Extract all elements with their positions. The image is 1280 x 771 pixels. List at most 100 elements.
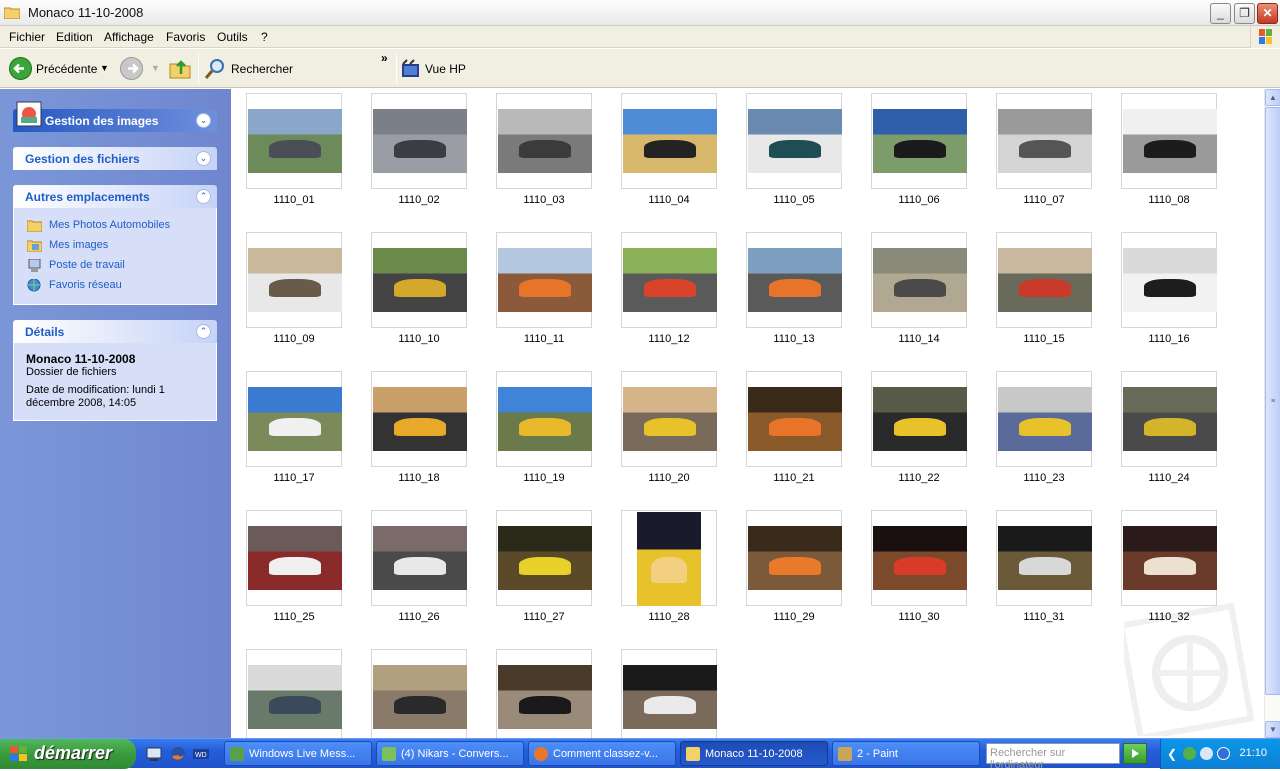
thumbnail[interactable] <box>371 371 467 467</box>
thumbnail[interactable] <box>246 510 342 606</box>
task-nikars[interactable]: (4) Nikars - Convers... <box>376 741 524 766</box>
thumbnail[interactable] <box>1121 232 1217 328</box>
thumbnail[interactable] <box>496 649 592 745</box>
thumbnail-caption[interactable]: 1110_26 <box>359 611 479 623</box>
task-explorer[interactable]: Monaco 11-10-2008 <box>680 741 828 766</box>
thumbnail-caption[interactable]: 1110_04 <box>609 194 729 206</box>
toolbar-overflow-chevron[interactable]: » <box>381 51 388 65</box>
close-button[interactable]: ✕ <box>1257 3 1278 24</box>
menu-fichier[interactable]: Fichier <box>9 30 45 44</box>
images-panel-header[interactable]: Gestion des images ⌄ <box>13 101 217 132</box>
thumbnail-caption[interactable]: 1110_29 <box>734 611 854 623</box>
thumbnail-caption[interactable]: 1110_22 <box>859 472 979 484</box>
thumbnail-caption[interactable]: 1110_07 <box>984 194 1104 206</box>
back-button-label[interactable]: Précédente <box>36 62 97 76</box>
messenger-tray-icon[interactable] <box>1183 747 1196 760</box>
task-firefox[interactable]: Comment classez-v... <box>528 741 676 766</box>
place-link-poste-travail[interactable]: Poste de travail <box>49 259 125 271</box>
thumbnail-caption[interactable]: 1110_18 <box>359 472 479 484</box>
chevron-up-icon[interactable]: ⌃ <box>196 189 211 204</box>
thumbnail[interactable] <box>371 93 467 189</box>
thumbnail-caption[interactable]: 1110_30 <box>859 611 979 623</box>
thumbnail[interactable] <box>746 510 842 606</box>
thumbnail-caption[interactable]: 1110_01 <box>234 194 354 206</box>
thumbnail-caption[interactable]: 1110_17 <box>234 472 354 484</box>
minimize-button[interactable]: _ <box>1210 3 1231 24</box>
place-link-favoris-reseau[interactable]: Favoris réseau <box>49 279 122 291</box>
thumbnail[interactable] <box>621 371 717 467</box>
chevron-up-icon[interactable]: ⌃ <box>196 324 211 339</box>
thumbnail[interactable] <box>871 371 967 467</box>
search-go-button[interactable] <box>1123 743 1147 764</box>
vertical-scrollbar[interactable]: ▲ ≡ ▼ <box>1264 89 1280 738</box>
thumbnail-caption[interactable]: 1110_10 <box>359 333 479 345</box>
search-icon[interactable] <box>204 57 227 80</box>
folder-up-icon[interactable] <box>168 56 192 80</box>
restore-button[interactable]: ❐ <box>1234 3 1255 24</box>
network-tray-icon[interactable] <box>1200 747 1213 760</box>
forward-arrow-icon[interactable] <box>120 57 143 80</box>
wd-icon[interactable]: WD <box>193 746 209 762</box>
hp-view-icon[interactable] <box>401 59 421 79</box>
thumbnail-caption[interactable]: 1110_13 <box>734 333 854 345</box>
chevron-down-icon[interactable]: ⌄ <box>196 113 211 128</box>
thumbnail[interactable] <box>621 649 717 745</box>
update-tray-icon[interactable] <box>1217 747 1230 760</box>
tray-expand-icon[interactable]: ❮ <box>1167 747 1177 761</box>
thumbnail-caption[interactable]: 1110_20 <box>609 472 729 484</box>
thumbnail[interactable] <box>996 93 1092 189</box>
thumbnail[interactable] <box>246 232 342 328</box>
thumbnail[interactable] <box>371 232 467 328</box>
thumbnail-caption[interactable]: 1110_28 <box>609 611 729 623</box>
thumbnail[interactable] <box>996 371 1092 467</box>
scroll-thumb[interactable]: ≡ <box>1265 107 1280 695</box>
thumbnail[interactable] <box>621 232 717 328</box>
thumbnail-caption[interactable]: 1110_32 <box>1109 611 1229 623</box>
thumbnail-caption[interactable]: 1110_16 <box>1109 333 1229 345</box>
task-paint[interactable]: 2 - Paint <box>832 741 980 766</box>
thumbnail[interactable] <box>746 232 842 328</box>
thumbnail-caption[interactable]: 1110_12 <box>609 333 729 345</box>
thumbnail-caption[interactable]: 1110_23 <box>984 472 1104 484</box>
title-bar[interactable]: Monaco 11-10-2008 _ ❐ ✕ <box>0 0 1280 26</box>
thumbnail[interactable] <box>871 232 967 328</box>
thumbnail-caption[interactable]: 1110_06 <box>859 194 979 206</box>
scroll-down-button[interactable]: ▼ <box>1265 721 1280 738</box>
back-dropdown-icon[interactable]: ▼ <box>100 63 109 73</box>
thumbnail[interactable] <box>496 232 592 328</box>
thumbnail-caption[interactable]: 1110_15 <box>984 333 1104 345</box>
hp-view-label[interactable]: Vue HP <box>425 62 466 76</box>
thumbnail[interactable] <box>246 649 342 745</box>
thumbnail-caption[interactable]: 1110_21 <box>734 472 854 484</box>
search-button-label[interactable]: Rechercher <box>231 62 293 76</box>
thumbnail[interactable] <box>996 232 1092 328</box>
thumbnail-caption[interactable]: 1110_31 <box>984 611 1104 623</box>
thumbnail[interactable] <box>496 510 592 606</box>
places-panel-header[interactable]: Autres emplacements ⌃ <box>13 185 217 208</box>
firefox-icon[interactable] <box>170 746 186 762</box>
thumbnail-caption[interactable]: 1110_02 <box>359 194 479 206</box>
place-link-mes-images[interactable]: Mes images <box>49 239 108 251</box>
thumbnail-caption[interactable]: 1110_03 <box>484 194 604 206</box>
menu-edition[interactable]: Edition <box>56 30 93 44</box>
files-panel-header[interactable]: Gestion des fichiers ⌄ <box>13 147 217 170</box>
thumbnail-caption[interactable]: 1110_27 <box>484 611 604 623</box>
thumbnail[interactable] <box>496 93 592 189</box>
thumbnail[interactable] <box>496 371 592 467</box>
thumbnail[interactable] <box>371 510 467 606</box>
thumbnail[interactable] <box>246 93 342 189</box>
thumbnail-caption[interactable]: 1110_09 <box>234 333 354 345</box>
start-button[interactable]: démarrer <box>0 739 136 769</box>
thumbnail[interactable] <box>1121 93 1217 189</box>
menu-help[interactable]: ? <box>261 30 268 44</box>
thumbnail-caption[interactable]: 1110_11 <box>484 333 604 345</box>
menu-affichage[interactable]: Affichage <box>104 30 154 44</box>
thumbnail[interactable] <box>371 649 467 745</box>
thumbnail-caption[interactable]: 1110_24 <box>1109 472 1229 484</box>
menu-outils[interactable]: Outils <box>217 30 248 44</box>
details-panel-header[interactable]: Détails ⌃ <box>13 320 217 343</box>
back-arrow-icon[interactable] <box>9 57 32 80</box>
thumbnail-caption[interactable]: 1110_25 <box>234 611 354 623</box>
thumbnail[interactable] <box>1121 510 1217 606</box>
quicklaunch-desktop-icon[interactable] <box>146 746 162 762</box>
